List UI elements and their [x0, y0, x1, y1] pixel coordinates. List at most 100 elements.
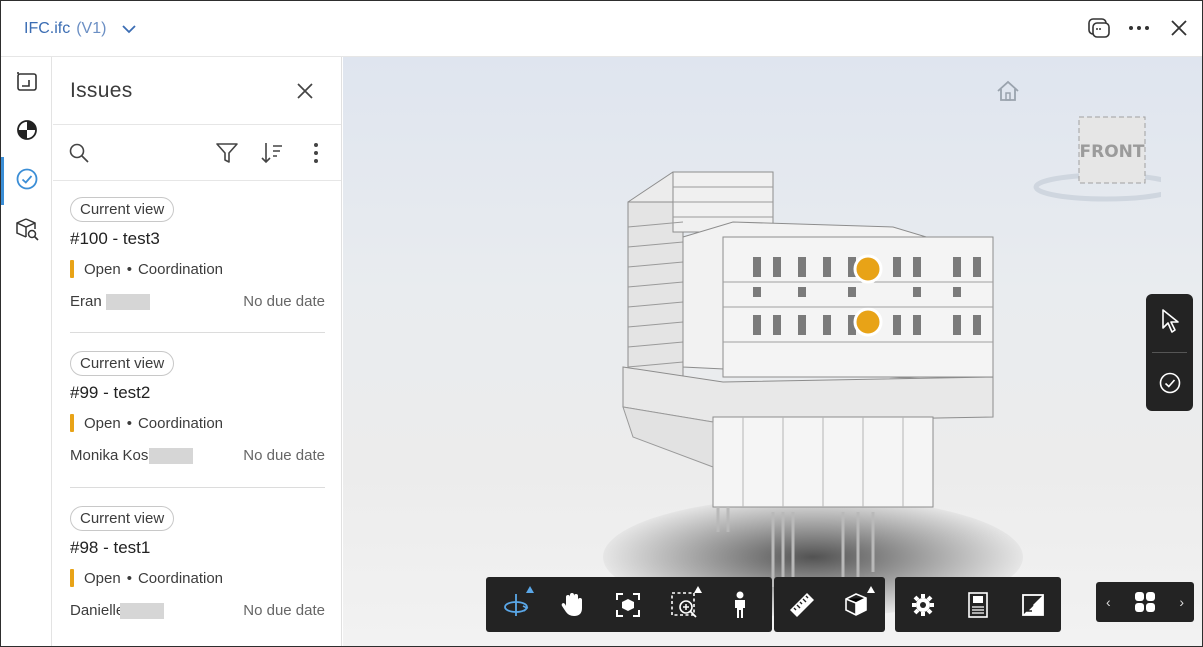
section-tool-button[interactable] — [830, 577, 886, 632]
status-color-bar — [70, 414, 74, 432]
file-version-selector[interactable]: IFC.ifc (V1) — [24, 19, 140, 39]
pie-icon — [17, 120, 37, 140]
sort-icon — [261, 143, 282, 164]
settings-button[interactable] — [895, 577, 950, 632]
cube-search-icon — [16, 218, 39, 241]
fullscreen-icon — [1022, 593, 1045, 616]
home-view-button[interactable] — [995, 79, 1021, 108]
orbit-tool-button[interactable] — [488, 577, 544, 632]
redacted-block — [149, 448, 194, 465]
category-label: Coordination — [137, 569, 224, 587]
sort-button[interactable] — [259, 139, 285, 167]
status-separator: • — [126, 260, 132, 278]
status-color-bar — [70, 260, 74, 278]
grid-icon[interactable] — [1134, 591, 1156, 613]
issue-status: Open • Coordination — [70, 569, 325, 587]
due-date: No due date — [243, 602, 325, 619]
status-color-bar — [70, 569, 74, 587]
person-icon — [735, 591, 745, 618]
close-window-button[interactable] — [1166, 13, 1192, 43]
close-icon — [1171, 20, 1187, 36]
more-horizontal-icon — [1129, 26, 1149, 30]
ruler-icon — [789, 592, 814, 617]
app-window: IFC.ifc (V1) Issues Current view #100 - … — [0, 0, 1203, 647]
filter-button[interactable] — [214, 139, 240, 167]
issue-meta: Danielle No due date — [70, 602, 325, 620]
redacted-block — [106, 294, 151, 311]
rail-model-browser-button[interactable] — [12, 115, 42, 145]
properties-panel-icon — [968, 591, 988, 618]
sheets-icon — [17, 72, 37, 91]
more-vertical-button[interactable] — [303, 139, 329, 167]
pager-prev-button[interactable]: ‹ — [1106, 594, 1111, 610]
fullscreen-button[interactable] — [1006, 577, 1061, 632]
check-circle-icon — [16, 168, 38, 190]
properties-button[interactable] — [950, 577, 1005, 632]
navigation-toolbar — [486, 577, 772, 632]
view-cube-face-label: FRONT — [1080, 142, 1145, 162]
issue-status: Open • Coordination — [70, 260, 325, 278]
status-label: Open — [84, 414, 121, 432]
settings-toolbar — [895, 577, 1061, 632]
select-tool-button[interactable] — [1155, 306, 1185, 336]
issues-panel: Issues Current view #100 - test3 Open • … — [53, 57, 342, 646]
first-person-button[interactable] — [712, 577, 768, 632]
layers-icon — [1088, 18, 1110, 38]
assignee-name: Danielle — [70, 602, 125, 619]
current-view-chip[interactable]: Current view — [70, 506, 175, 531]
compare-views-button[interactable] — [1086, 13, 1112, 43]
hand-icon — [561, 592, 582, 616]
search-button[interactable] — [66, 139, 92, 167]
status-separator: • — [126, 414, 132, 432]
current-view-chip[interactable]: Current view — [70, 351, 175, 376]
status-separator: • — [126, 569, 132, 587]
due-date: No due date — [243, 447, 325, 464]
create-issue-tool-button[interactable] — [1155, 368, 1185, 398]
issue-meta: Monika Kos- No due date — [70, 447, 325, 465]
section-box-icon — [845, 592, 868, 616]
view-cube-graphic: FRONT — [1033, 116, 1179, 202]
assignee-name: Monika Kos- — [70, 447, 154, 464]
issue-card[interactable]: Current view #100 - test3 Open • Coordin… — [70, 197, 325, 311]
issue-meta: Eran I No due date — [70, 293, 325, 311]
rail-sheets-button[interactable] — [12, 67, 42, 97]
pager-next-button[interactable]: › — [1179, 594, 1184, 610]
filter-icon — [216, 143, 238, 163]
fit-view-icon — [616, 592, 640, 617]
pan-tool-button[interactable] — [544, 577, 600, 632]
divider — [70, 487, 325, 488]
divider — [70, 332, 325, 333]
issue-card[interactable]: Current view #98 - test1 Open • Coordina… — [70, 506, 325, 620]
submenu-indicator — [526, 586, 534, 593]
due-date: No due date — [243, 293, 325, 310]
close-panel-button[interactable] — [293, 79, 317, 103]
issue-pin[interactable] — [853, 254, 883, 284]
submenu-indicator — [694, 586, 702, 593]
view-cube[interactable]: FRONT — [1031, 112, 1179, 207]
assignee: Danielle — [70, 602, 165, 620]
check-circle-icon — [1159, 372, 1181, 394]
rail-issues-button[interactable] — [12, 164, 42, 194]
issue-pin[interactable] — [853, 307, 883, 337]
more-vertical-icon — [314, 143, 318, 163]
zoom-region-icon — [671, 591, 697, 618]
orbit-icon — [504, 593, 529, 616]
measure-tool-button[interactable] — [774, 577, 830, 632]
rail-search-model-button[interactable] — [12, 214, 42, 244]
rail-active-indicator — [1, 157, 4, 205]
chevron-down-icon — [122, 25, 137, 34]
current-view-chip[interactable]: Current view — [70, 197, 175, 222]
side-toolbar — [1146, 294, 1193, 411]
model-viewer-canvas[interactable]: FRONT ‹ › — [343, 57, 1202, 646]
fit-to-view-button[interactable] — [600, 577, 656, 632]
panel-header: Issues — [53, 57, 341, 125]
status-label: Open — [84, 569, 121, 587]
more-options-button[interactable] — [1126, 13, 1152, 43]
divider — [1152, 352, 1187, 353]
issue-card[interactable]: Current view #99 - test2 Open • Coordina… — [70, 351, 325, 465]
issue-title: #98 - test1 — [70, 538, 151, 557]
issue-title: #99 - test2 — [70, 383, 151, 402]
left-rail — [1, 57, 52, 646]
issue-title: #100 - test3 — [70, 229, 160, 248]
zoom-window-button[interactable] — [656, 577, 712, 632]
